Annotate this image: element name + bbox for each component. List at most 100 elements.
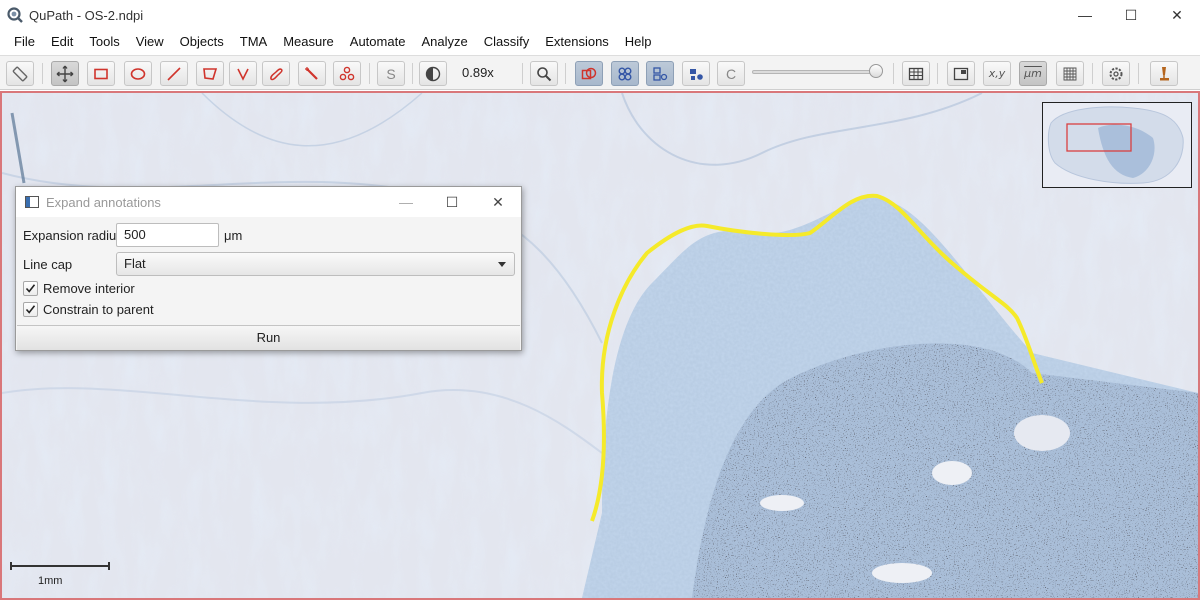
menu-analyze[interactable]: Analyze	[413, 30, 475, 54]
remove-interior-row[interactable]: Remove interior	[23, 281, 135, 296]
window-title: QuPath - OS-2.ndpi	[29, 7, 144, 23]
zoom-to-fit-icon	[537, 66, 552, 81]
wand-tool-button[interactable]	[298, 61, 326, 86]
brightness-contrast-button[interactable]	[419, 61, 447, 86]
show-tma-grid-button[interactable]	[611, 61, 639, 86]
opacity-slider-track[interactable]	[752, 70, 882, 74]
preferences-button[interactable]	[1102, 61, 1130, 86]
line-cap-select[interactable]: Flat	[116, 252, 515, 276]
close-button[interactable]: ✕	[1154, 0, 1200, 30]
scalebar-label: 1mm	[38, 575, 63, 587]
show-detections-button[interactable]	[646, 61, 674, 86]
menu-tma[interactable]: TMA	[232, 30, 275, 54]
run-button[interactable]: Run	[17, 325, 520, 350]
points-tool-button[interactable]	[333, 61, 361, 86]
qupath-logo-icon	[7, 7, 23, 23]
ellipse-tool-button[interactable]	[124, 61, 152, 86]
minimize-button[interactable]: —	[1062, 0, 1108, 30]
constrain-to-parent-row[interactable]: Constrain to parent	[23, 302, 154, 317]
checkmark-icon	[25, 305, 36, 314]
move-tool-button[interactable]	[51, 61, 79, 86]
line-cap-label: Line cap	[23, 257, 73, 272]
grid-button[interactable]	[1056, 61, 1084, 86]
overview-icon	[953, 67, 969, 80]
dialog-title-bar[interactable]: Expand annotations — ☐ ✕	[16, 187, 521, 217]
dialog-title: Expand annotations	[46, 194, 161, 210]
fill-detections-icon	[690, 68, 703, 80]
show-annotations-icon	[581, 67, 597, 79]
menu-objects[interactable]: Objects	[172, 30, 232, 54]
constrain-to-parent-label: Constrain to parent	[43, 302, 154, 317]
dialog-window-icon	[25, 196, 39, 208]
opacity-slider-knob[interactable]	[868, 64, 883, 78]
menu-view[interactable]: View	[128, 30, 172, 54]
polygon-icon	[203, 67, 218, 80]
rectangle-icon	[94, 68, 108, 79]
show-tma-grid-icon	[618, 67, 632, 80]
line-icon	[167, 66, 181, 81]
menu-bar: File Edit Tools View Objects TMA Measure…	[0, 30, 1200, 54]
overview-image	[1047, 106, 1184, 184]
selection-mode-icon: S	[386, 65, 396, 82]
measurement-table-button[interactable]	[902, 61, 930, 86]
overview-button[interactable]	[947, 61, 975, 86]
brush-tool-button[interactable]	[262, 61, 290, 86]
checkmark-icon	[25, 284, 36, 293]
menu-automate[interactable]: Automate	[342, 30, 414, 54]
menu-tools[interactable]: Tools	[81, 30, 127, 54]
rectangle-tool-button[interactable]	[87, 61, 115, 86]
polyline-icon	[237, 68, 249, 81]
scalebar-icon: μm	[1024, 67, 1042, 80]
fill-detections-button[interactable]	[682, 61, 710, 86]
show-detections-icon	[653, 66, 668, 81]
preferences-icon	[1109, 67, 1123, 80]
menu-help[interactable]: Help	[617, 30, 660, 54]
ellipse-icon	[130, 67, 146, 80]
line-cap-value: Flat	[124, 256, 146, 271]
measurement-table-icon	[908, 67, 924, 80]
zoom-to-fit-button[interactable]	[530, 61, 558, 86]
overview-thumbnail[interactable]	[1042, 102, 1192, 188]
chevron-down-icon	[498, 262, 506, 267]
scalebar-button[interactable]: μm	[1019, 61, 1047, 86]
scalebar	[10, 562, 110, 570]
wand-icon	[305, 66, 318, 80]
menu-file[interactable]: File	[6, 30, 43, 54]
remove-interior-label: Remove interior	[43, 281, 135, 296]
brightness-contrast-icon	[425, 66, 441, 81]
expansion-radius-unit: μm	[224, 228, 243, 243]
selection-mode-button[interactable]: S	[377, 61, 405, 86]
expand-annotations-dialog: Expand annotations — ☐ ✕ Expansion radiu…	[15, 186, 522, 351]
brush-icon	[270, 67, 283, 80]
constrain-to-parent-checkbox[interactable]	[23, 302, 38, 317]
measure-tool-button[interactable]	[6, 61, 34, 86]
line-tool-button[interactable]	[160, 61, 188, 86]
menu-measure[interactable]: Measure	[275, 30, 342, 54]
fill-annotations-button[interactable]: C	[717, 61, 745, 86]
grid-icon	[1063, 67, 1077, 80]
fill-annotations-icon: C	[725, 65, 737, 82]
polyline-tool-button[interactable]	[229, 61, 257, 86]
location-icon: x,y	[988, 67, 1006, 80]
dialog-close-button[interactable]: ✕	[475, 187, 521, 217]
title-bar: QuPath - OS-2.ndpi — ☐ ✕	[0, 0, 1200, 30]
menu-extensions[interactable]: Extensions	[537, 30, 617, 54]
dialog-minimize-button[interactable]: —	[383, 187, 429, 217]
polygon-tool-button[interactable]	[196, 61, 224, 86]
expansion-radius-input[interactable]: 500	[116, 223, 219, 247]
log-button[interactable]	[1150, 61, 1178, 86]
zoom-level[interactable]: 0.89x	[462, 65, 494, 80]
remove-interior-checkbox[interactable]	[23, 281, 38, 296]
maximize-button[interactable]: ☐	[1108, 0, 1154, 30]
menu-edit[interactable]: Edit	[43, 30, 81, 54]
points-icon	[339, 66, 355, 80]
dialog-maximize-button[interactable]: ☐	[429, 187, 475, 217]
menu-classify[interactable]: Classify	[476, 30, 538, 54]
location-button[interactable]: x,y	[983, 61, 1011, 86]
log-icon	[1160, 66, 1169, 80]
measure-icon	[12, 66, 28, 81]
show-annotations-button[interactable]	[575, 61, 603, 86]
toolbar: S 0.89x C x,y μm	[0, 55, 1200, 90]
move-icon	[56, 65, 74, 82]
expansion-radius-label: Expansion radius	[23, 228, 123, 243]
